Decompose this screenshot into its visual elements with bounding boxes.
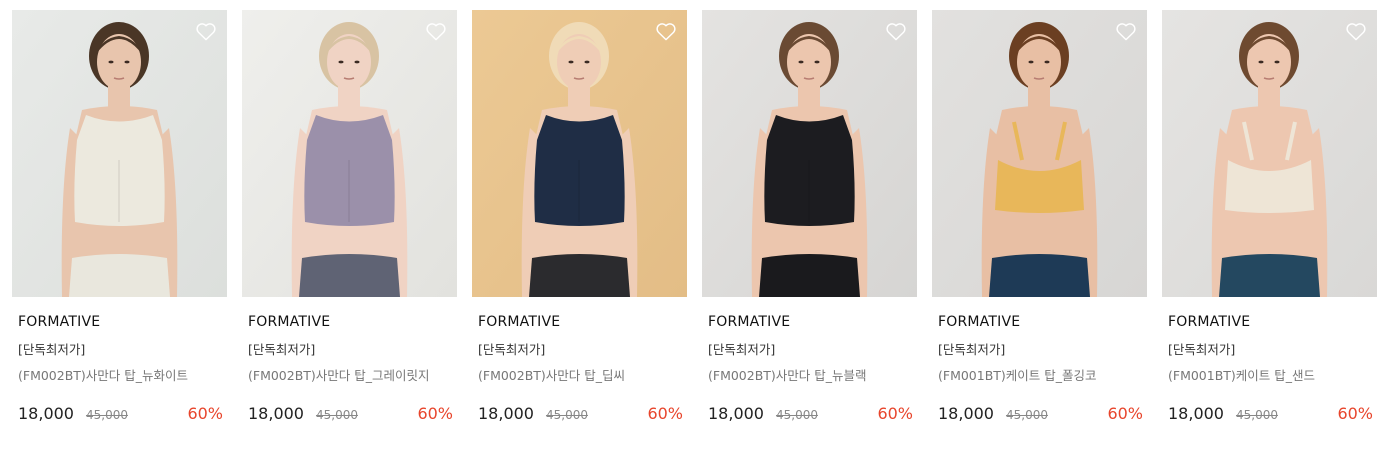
heart-outline-icon[interactable]	[1115, 21, 1137, 41]
price-row: 18,000 45,000 60%	[478, 404, 687, 424]
product-tag[interactable]: [단독최저가]	[938, 342, 1147, 358]
product-grid: FORMATIVE [단독최저가] (FM002BT)사만다 탑_뉴화이트 18…	[12, 10, 1377, 424]
sale-price: 18,000	[708, 404, 764, 423]
discount-rate: 60%	[417, 404, 453, 423]
discount-rate: 60%	[187, 404, 223, 423]
product-brand[interactable]: FORMATIVE	[478, 314, 687, 331]
product-brand[interactable]: FORMATIVE	[18, 314, 227, 331]
product-image[interactable]	[12, 10, 227, 297]
heart-outline-icon[interactable]	[655, 21, 677, 41]
product-brand[interactable]: FORMATIVE	[708, 314, 917, 331]
product-tag[interactable]: [단독최저가]	[478, 342, 687, 358]
heart-outline-icon[interactable]	[1345, 21, 1367, 41]
original-price: 45,000	[315, 408, 358, 422]
heart-outline-icon[interactable]	[195, 21, 217, 41]
discount-rate: 60%	[877, 404, 913, 423]
discount-rate: 60%	[647, 404, 683, 423]
product-brand[interactable]: FORMATIVE	[1168, 314, 1377, 331]
product-image[interactable]	[932, 10, 1147, 297]
sale-price: 18,000	[1168, 404, 1224, 423]
product-brand[interactable]: FORMATIVE	[248, 314, 457, 331]
product-name[interactable]: (FM001BT)케이트 탑_샌드	[1168, 368, 1377, 384]
original-price: 45,000	[545, 408, 588, 422]
price-row: 18,000 45,000 60%	[1168, 404, 1377, 424]
product-image[interactable]	[472, 10, 687, 297]
original-price: 45,000	[775, 408, 818, 422]
product-tag[interactable]: [단독최저가]	[1168, 342, 1377, 358]
product-card[interactable]: FORMATIVE [단독최저가] (FM001BT)케이트 탑_폴깅코 18,…	[932, 10, 1147, 424]
product-image[interactable]	[1162, 10, 1377, 297]
product-name[interactable]: (FM002BT)사만다 탑_딥씨	[478, 368, 687, 384]
price-row: 18,000 45,000 60%	[248, 404, 457, 424]
product-tag[interactable]: [단독최저가]	[248, 342, 457, 358]
product-brand[interactable]: FORMATIVE	[938, 314, 1147, 331]
product-card[interactable]: FORMATIVE [단독최저가] (FM002BT)사만다 탑_그레이릿지 1…	[242, 10, 457, 424]
product-card[interactable]: FORMATIVE [단독최저가] (FM002BT)사만다 탑_딥씨 18,0…	[472, 10, 687, 424]
product-card[interactable]: FORMATIVE [단독최저가] (FM002BT)사만다 탑_뉴화이트 18…	[12, 10, 227, 424]
sale-price: 18,000	[18, 404, 74, 423]
discount-rate: 60%	[1337, 404, 1373, 423]
product-image[interactable]	[242, 10, 457, 297]
product-name[interactable]: (FM001BT)케이트 탑_폴깅코	[938, 368, 1147, 384]
product-name[interactable]: (FM002BT)사만다 탑_그레이릿지	[248, 368, 457, 384]
original-price: 45,000	[85, 408, 128, 422]
product-card[interactable]: FORMATIVE [단독최저가] (FM001BT)케이트 탑_샌드 18,0…	[1162, 10, 1377, 424]
product-card[interactable]: FORMATIVE [단독최저가] (FM002BT)사만다 탑_뉴블랙 18,…	[702, 10, 917, 424]
sale-price: 18,000	[478, 404, 534, 423]
heart-outline-icon[interactable]	[425, 21, 447, 41]
product-image[interactable]	[702, 10, 917, 297]
product-tag[interactable]: [단독최저가]	[18, 342, 227, 358]
discount-rate: 60%	[1107, 404, 1143, 423]
original-price: 45,000	[1005, 408, 1048, 422]
heart-outline-icon[interactable]	[885, 21, 907, 41]
sale-price: 18,000	[938, 404, 994, 423]
product-name[interactable]: (FM002BT)사만다 탑_뉴화이트	[18, 368, 227, 384]
product-name[interactable]: (FM002BT)사만다 탑_뉴블랙	[708, 368, 917, 384]
price-row: 18,000 45,000 60%	[18, 404, 227, 424]
product-tag[interactable]: [단독최저가]	[708, 342, 917, 358]
price-row: 18,000 45,000 60%	[938, 404, 1147, 424]
price-row: 18,000 45,000 60%	[708, 404, 917, 424]
sale-price: 18,000	[248, 404, 304, 423]
original-price: 45,000	[1235, 408, 1278, 422]
